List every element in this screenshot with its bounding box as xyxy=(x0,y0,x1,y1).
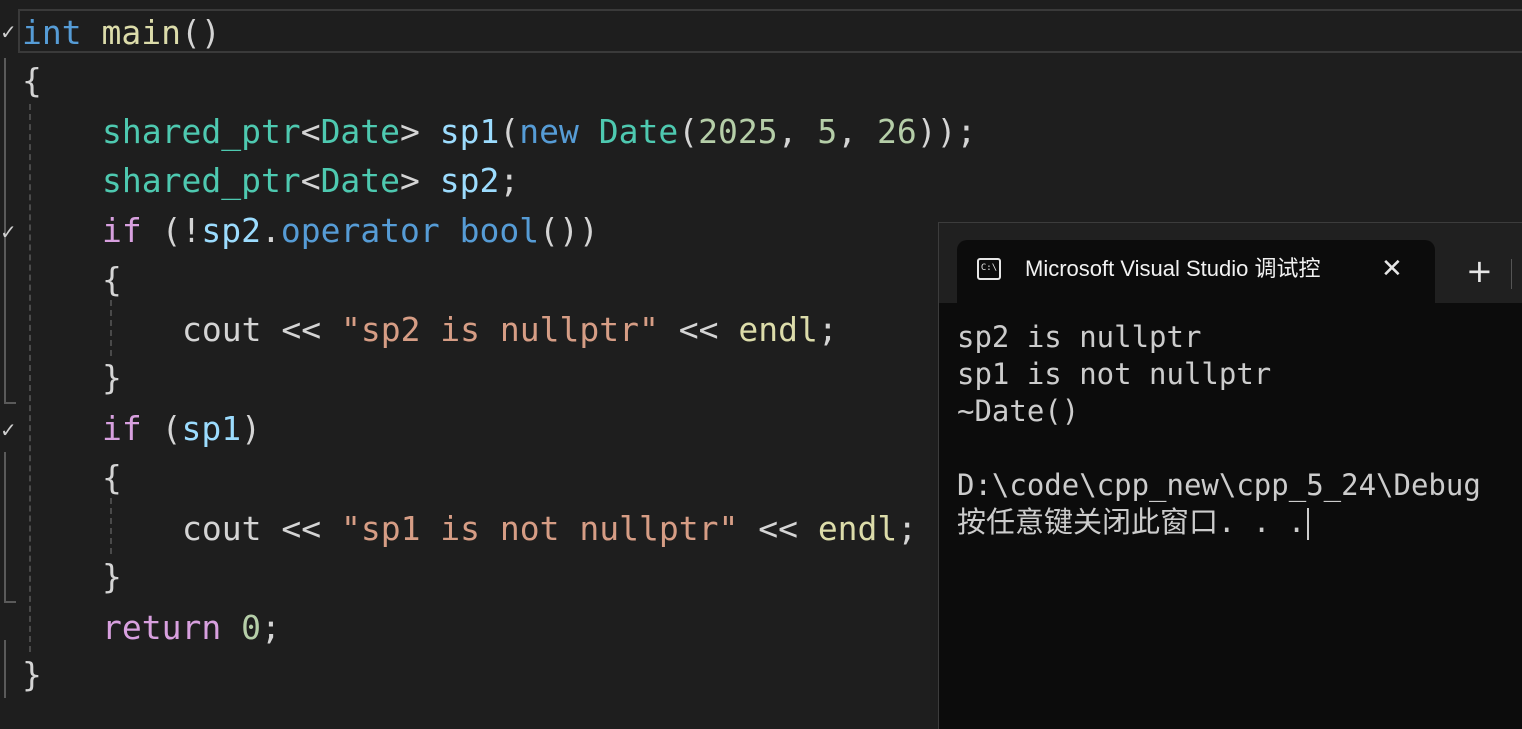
terminal-titlebar[interactable]: C:\ Microsoft Visual Studio 调试控 ✕ + xyxy=(939,223,1522,303)
close-brace: } xyxy=(22,655,42,694)
checkmark-icon: ✓ xyxy=(0,220,17,244)
output-line-prompt: 按任意键关闭此窗口. . . xyxy=(957,504,1522,541)
punctuation: ; xyxy=(260,608,281,647)
number-literal: 0 xyxy=(241,608,261,647)
code-line-11[interactable]: cout << "sp1 is not nullptr" << endl; xyxy=(182,505,917,553)
variable: sp2 xyxy=(201,211,261,250)
identifier-cout: cout xyxy=(182,310,262,349)
code-line-3[interactable]: shared_ptr<Date> sp1(new Date(2025, 5, 2… xyxy=(102,108,976,156)
fold-region-end xyxy=(4,402,16,404)
titlebar-divider xyxy=(1511,259,1512,289)
open-brace: { xyxy=(102,260,122,299)
punctuation: ; xyxy=(897,509,918,548)
terminal-output[interactable]: sp2 is nullptr sp1 is not nullptr ~Date(… xyxy=(957,319,1522,541)
punctuation: ()) xyxy=(539,211,599,250)
output-line: sp1 is not nullptr xyxy=(957,357,1272,391)
operator: << xyxy=(738,509,818,548)
indent-guide xyxy=(110,300,112,356)
punctuation: (! xyxy=(141,211,202,250)
terminal-tab[interactable]: C:\ Microsoft Visual Studio 调试控 ✕ xyxy=(957,240,1435,303)
number-literal: 2025 xyxy=(698,112,778,151)
fold-region-bar xyxy=(4,452,6,602)
punctuation: ) xyxy=(241,409,261,448)
punctuation: < xyxy=(300,112,321,151)
keyword-new: new xyxy=(519,112,579,151)
code-line-10[interactable]: { xyxy=(102,454,122,502)
keyword-if: if xyxy=(102,211,142,250)
punctuation: < xyxy=(300,161,321,200)
keyword-bool: bool xyxy=(459,211,540,250)
checkmark-icon: ✓ xyxy=(0,20,17,44)
punctuation: ; xyxy=(817,310,838,349)
fold-region-bar xyxy=(4,640,6,698)
punctuation: )); xyxy=(916,112,977,151)
function-name: endl xyxy=(738,310,818,349)
variable: sp1 xyxy=(181,409,242,448)
terminal-tab-title: Microsoft Visual Studio 调试控 xyxy=(1025,256,1321,281)
indent-guide xyxy=(110,498,112,554)
type-name: Date xyxy=(598,112,679,151)
punctuation: () xyxy=(180,13,221,52)
code-line-6[interactable]: { xyxy=(102,256,122,304)
close-brace: } xyxy=(102,358,122,397)
open-brace: { xyxy=(102,458,122,497)
text-cursor xyxy=(1307,508,1310,540)
output-line: ~Date() xyxy=(957,394,1080,428)
code-line-12[interactable]: } xyxy=(102,553,122,601)
type-name: shared_ptr xyxy=(102,161,301,200)
close-brace: } xyxy=(102,557,122,596)
identifier-cout: cout xyxy=(182,509,262,548)
type-name: shared_ptr xyxy=(102,112,301,151)
keyword-int: int xyxy=(22,13,82,52)
function-name: endl xyxy=(817,509,898,548)
string-literal: "sp1 is not nullptr" xyxy=(340,509,739,548)
type-name: Date xyxy=(320,161,401,200)
punctuation: ; xyxy=(499,161,520,200)
punctuation: . xyxy=(260,211,281,250)
indent-guide xyxy=(29,104,31,652)
number-literal: 5 xyxy=(817,112,838,151)
output-line: sp2 is nullptr xyxy=(957,320,1202,354)
punctuation: ( xyxy=(141,409,182,448)
debug-console-window[interactable]: C:\ Microsoft Visual Studio 调试控 ✕ + sp2 … xyxy=(938,222,1522,729)
punctuation: , xyxy=(777,112,818,151)
code-line-7[interactable]: cout << "sp2 is nullptr" << endl; xyxy=(182,306,838,354)
code-line-5[interactable]: if (!sp2.operator bool()) xyxy=(102,207,599,255)
punctuation: ( xyxy=(499,112,520,151)
open-brace: { xyxy=(22,61,42,100)
string-literal: "sp2 is nullptr" xyxy=(340,310,659,349)
keyword-operator: operator xyxy=(280,211,440,250)
code-line-8[interactable]: } xyxy=(102,354,122,402)
code-line-1[interactable]: int main() xyxy=(22,9,221,57)
type-name: Date xyxy=(320,112,401,151)
function-name: main xyxy=(101,13,181,52)
current-line-highlight xyxy=(18,9,1522,53)
checkmark-icon: ✓ xyxy=(0,418,17,442)
number-literal: 26 xyxy=(876,112,917,151)
fold-region-end xyxy=(4,601,16,603)
code-line-14[interactable]: } xyxy=(22,651,42,699)
punctuation: , xyxy=(837,112,877,151)
console-icon: C:\ xyxy=(977,258,1001,280)
code-line-2[interactable]: { xyxy=(22,57,42,105)
variable: sp1 xyxy=(439,112,500,151)
punctuation: > xyxy=(400,161,420,200)
operator: << xyxy=(261,310,341,349)
operator: << xyxy=(658,310,739,349)
output-line: D:\code\cpp_new\cpp_5_24\Debug xyxy=(957,468,1481,502)
code-line-9[interactable]: if (sp1) xyxy=(102,405,261,453)
keyword-return: return xyxy=(102,608,222,647)
code-line-4[interactable]: shared_ptr<Date> sp2; xyxy=(102,157,519,205)
close-tab-icon[interactable]: ✕ xyxy=(1381,254,1403,284)
code-line-13[interactable]: return 0; xyxy=(102,604,281,652)
punctuation: ( xyxy=(678,112,699,151)
prompt-text: 按任意键关闭此窗口. . . xyxy=(957,505,1306,539)
operator: << xyxy=(261,509,341,548)
new-tab-button[interactable]: + xyxy=(1466,251,1493,291)
punctuation: > xyxy=(400,112,420,151)
keyword-if: if xyxy=(102,409,142,448)
variable: sp2 xyxy=(439,161,500,200)
